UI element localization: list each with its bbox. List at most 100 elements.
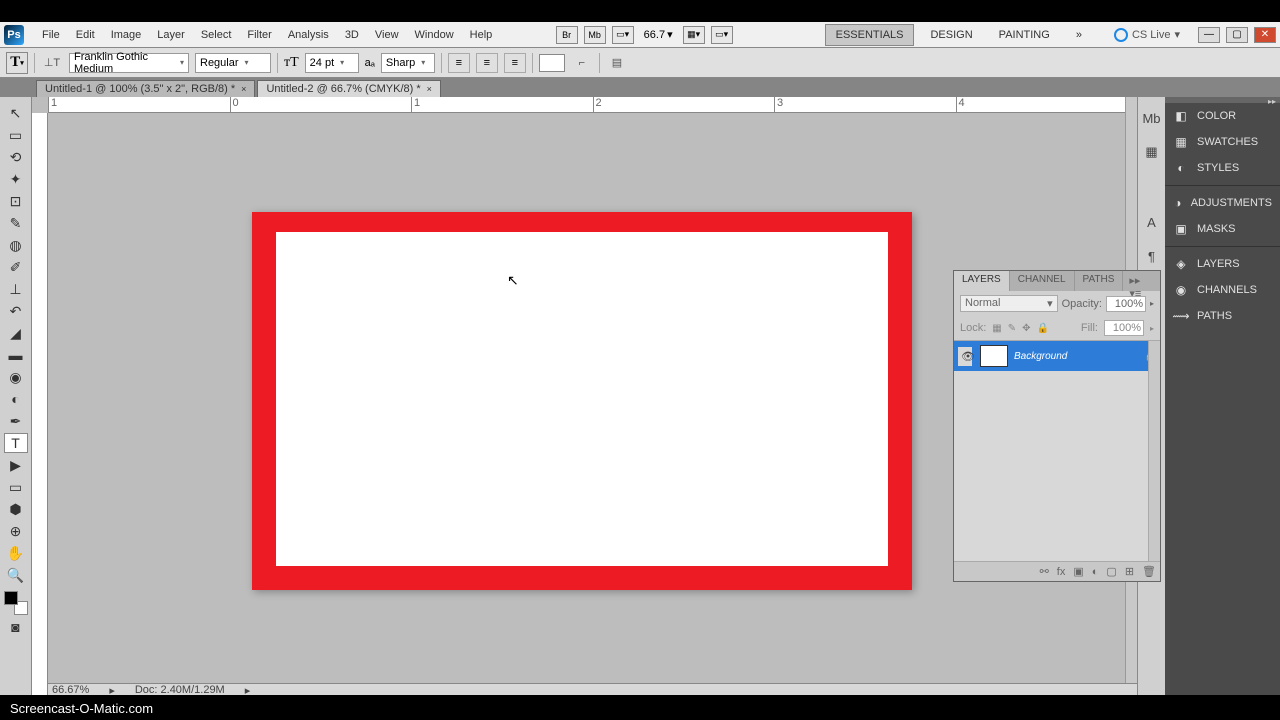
maximize-button[interactable]: ▢ (1226, 27, 1248, 43)
fg-color-icon[interactable] (4, 591, 18, 605)
character-panel-icon[interactable]: ▤ (606, 52, 628, 74)
screen-mode-icon[interactable]: ▭▾ (711, 26, 733, 44)
menu-filter[interactable]: Filter (239, 25, 279, 45)
layer-row[interactable]: 👁 Background 🔒 (954, 341, 1160, 371)
workspace-more-icon[interactable]: » (1066, 25, 1092, 45)
menu-3d[interactable]: 3D (337, 25, 367, 45)
swatches-panel-button[interactable]: ▦SWATCHES (1165, 129, 1280, 155)
3d-tool-icon[interactable]: ⬢ (4, 499, 28, 519)
collapse-icon[interactable]: ▸▸ (1129, 275, 1140, 287)
history-brush-icon[interactable]: ↶ (4, 301, 28, 321)
layer-fx-icon[interactable]: fx (1057, 566, 1066, 578)
align-right-icon[interactable]: ≡ (504, 53, 526, 73)
minibridge-icon[interactable]: Mb (584, 26, 606, 44)
status-zoom[interactable]: 66.67% (52, 684, 89, 695)
font-style-dropdown[interactable]: Regular▾ (195, 53, 271, 73)
marquee-tool-icon[interactable]: ▭ (4, 125, 28, 145)
dodge-tool-icon[interactable]: ◐ (4, 389, 28, 409)
color-swatches[interactable] (4, 591, 28, 615)
cslive-button[interactable]: CS Live▾ (1114, 28, 1180, 42)
path-select-icon[interactable]: ▶ (4, 455, 28, 475)
gradient-tool-icon[interactable]: ▬ (4, 345, 28, 365)
close-button[interactable]: ✕ (1254, 27, 1276, 43)
workspace-painting[interactable]: PAINTING (989, 25, 1060, 45)
lock-transparent-icon[interactable]: ▦ (992, 323, 1001, 334)
document-tab[interactable]: Untitled-1 @ 100% (3.5" x 2", RGB/8) *× (36, 80, 255, 97)
pen-tool-icon[interactable]: ✒ (4, 411, 28, 431)
blur-tool-icon[interactable]: ◉ (4, 367, 28, 387)
opacity-flyout-icon[interactable]: ▸ (1150, 299, 1154, 308)
layers-list[interactable]: 👁 Background 🔒 (954, 341, 1160, 561)
layers-tab[interactable]: LAYERS (954, 271, 1010, 291)
menu-select[interactable]: Select (193, 25, 240, 45)
blend-mode-dropdown[interactable]: Normal▾ (960, 295, 1058, 312)
quickmask-icon[interactable]: ◙ (4, 617, 28, 637)
workspace-essentials[interactable]: ESSENTIALS (825, 24, 915, 46)
layer-name[interactable]: Background (1014, 351, 1139, 362)
menu-help[interactable]: Help (462, 25, 501, 45)
font-family-dropdown[interactable]: Franklin Gothic Medium▾ (69, 53, 189, 73)
wand-tool-icon[interactable]: ✦ (4, 169, 28, 189)
antialias-dropdown[interactable]: Sharp▾ (381, 53, 435, 73)
tab-close-icon[interactable]: × (427, 84, 432, 94)
text-color-swatch[interactable] (539, 54, 565, 72)
new-layer-icon[interactable]: ⊞ (1125, 565, 1134, 578)
masks-panel-button[interactable]: ▣MASKS (1165, 216, 1280, 242)
align-center-icon[interactable]: ≡ (476, 53, 498, 73)
font-size-dropdown[interactable]: 24 pt▾ (305, 53, 359, 73)
menu-layer[interactable]: Layer (149, 25, 193, 45)
document-tab[interactable]: Untitled-2 @ 66.7% (CMYK/8) *× (257, 80, 441, 97)
healing-tool-icon[interactable]: ◍ (4, 235, 28, 255)
color-panel-button[interactable]: ◧COLOR (1165, 103, 1280, 129)
workspace-design[interactable]: DESIGN (920, 25, 982, 45)
link-layers-icon[interactable]: ⚯ (1040, 565, 1049, 578)
warp-text-icon[interactable]: ⌐ (571, 52, 593, 74)
paragraph-collapsed-icon[interactable]: ¶ (1142, 247, 1162, 265)
zoom-tool-icon[interactable]: 🔍 (4, 565, 28, 585)
minimize-button[interactable]: — (1198, 27, 1220, 43)
move-tool-icon[interactable]: ↖ (4, 103, 28, 123)
artboard[interactable] (252, 212, 912, 590)
menu-analysis[interactable]: Analysis (280, 25, 337, 45)
shape-tool-icon[interactable]: ▭ (4, 477, 28, 497)
character-collapsed-icon[interactable]: A (1142, 213, 1162, 231)
history-collapsed-icon[interactable]: ▦ (1142, 143, 1162, 161)
stamp-tool-icon[interactable]: ⊥ (4, 279, 28, 299)
opacity-input[interactable]: 100% (1106, 296, 1146, 312)
paths-panel-button[interactable]: ⟿PATHS (1165, 303, 1280, 329)
arrange-docs-icon[interactable]: ▦▾ (683, 26, 705, 44)
ruler-horizontal[interactable]: 1 0 1 2 3 4 (48, 97, 1137, 113)
layer-thumbnail[interactable] (980, 345, 1008, 367)
layer-mask-icon[interactable]: ▣ (1073, 565, 1083, 578)
menu-view[interactable]: View (367, 25, 407, 45)
align-left-icon[interactable]: ≡ (448, 53, 470, 73)
menu-file[interactable]: File (34, 25, 68, 45)
menu-image[interactable]: Image (103, 25, 150, 45)
styles-panel-button[interactable]: ◐STYLES (1165, 155, 1280, 181)
minibridge-collapsed-icon[interactable]: Mb (1142, 109, 1162, 127)
lock-position-icon[interactable]: ✥ (1022, 323, 1030, 334)
eraser-tool-icon[interactable]: ◢ (4, 323, 28, 343)
eyedropper-tool-icon[interactable]: ✎ (4, 213, 28, 233)
menu-window[interactable]: Window (407, 25, 462, 45)
brush-tool-icon[interactable]: ✐ (4, 257, 28, 277)
channels-tab[interactable]: CHANNEL (1010, 271, 1075, 291)
type-tool-icon[interactable]: T (4, 433, 28, 453)
text-orientation-icon[interactable]: ⊥T (41, 52, 63, 74)
adjustment-layer-icon[interactable]: ◐ (1092, 566, 1099, 578)
canvas-content[interactable] (276, 232, 888, 566)
view-extras-icon[interactable]: ▭▾ (612, 26, 634, 44)
layers-panel-button[interactable]: ◈LAYERS (1165, 251, 1280, 277)
fill-input[interactable]: 100% (1104, 320, 1144, 336)
new-group-icon[interactable]: ▢ (1106, 565, 1116, 578)
adjustments-panel-button[interactable]: ◑ADJUSTMENTS (1165, 190, 1280, 216)
zoom-level[interactable]: 66.7▾ (640, 28, 677, 41)
current-tool-icon[interactable]: T▾ (6, 52, 28, 74)
paths-tab[interactable]: PATHS (1075, 271, 1124, 291)
hand-tool-icon[interactable]: ✋ (4, 543, 28, 563)
bridge-icon[interactable]: Br (556, 26, 578, 44)
lock-all-icon[interactable]: 🔒 (1037, 323, 1049, 334)
lasso-tool-icon[interactable]: ⟲ (4, 147, 28, 167)
tab-close-icon[interactable]: × (241, 84, 246, 94)
3d-camera-icon[interactable]: ⊕ (4, 521, 28, 541)
